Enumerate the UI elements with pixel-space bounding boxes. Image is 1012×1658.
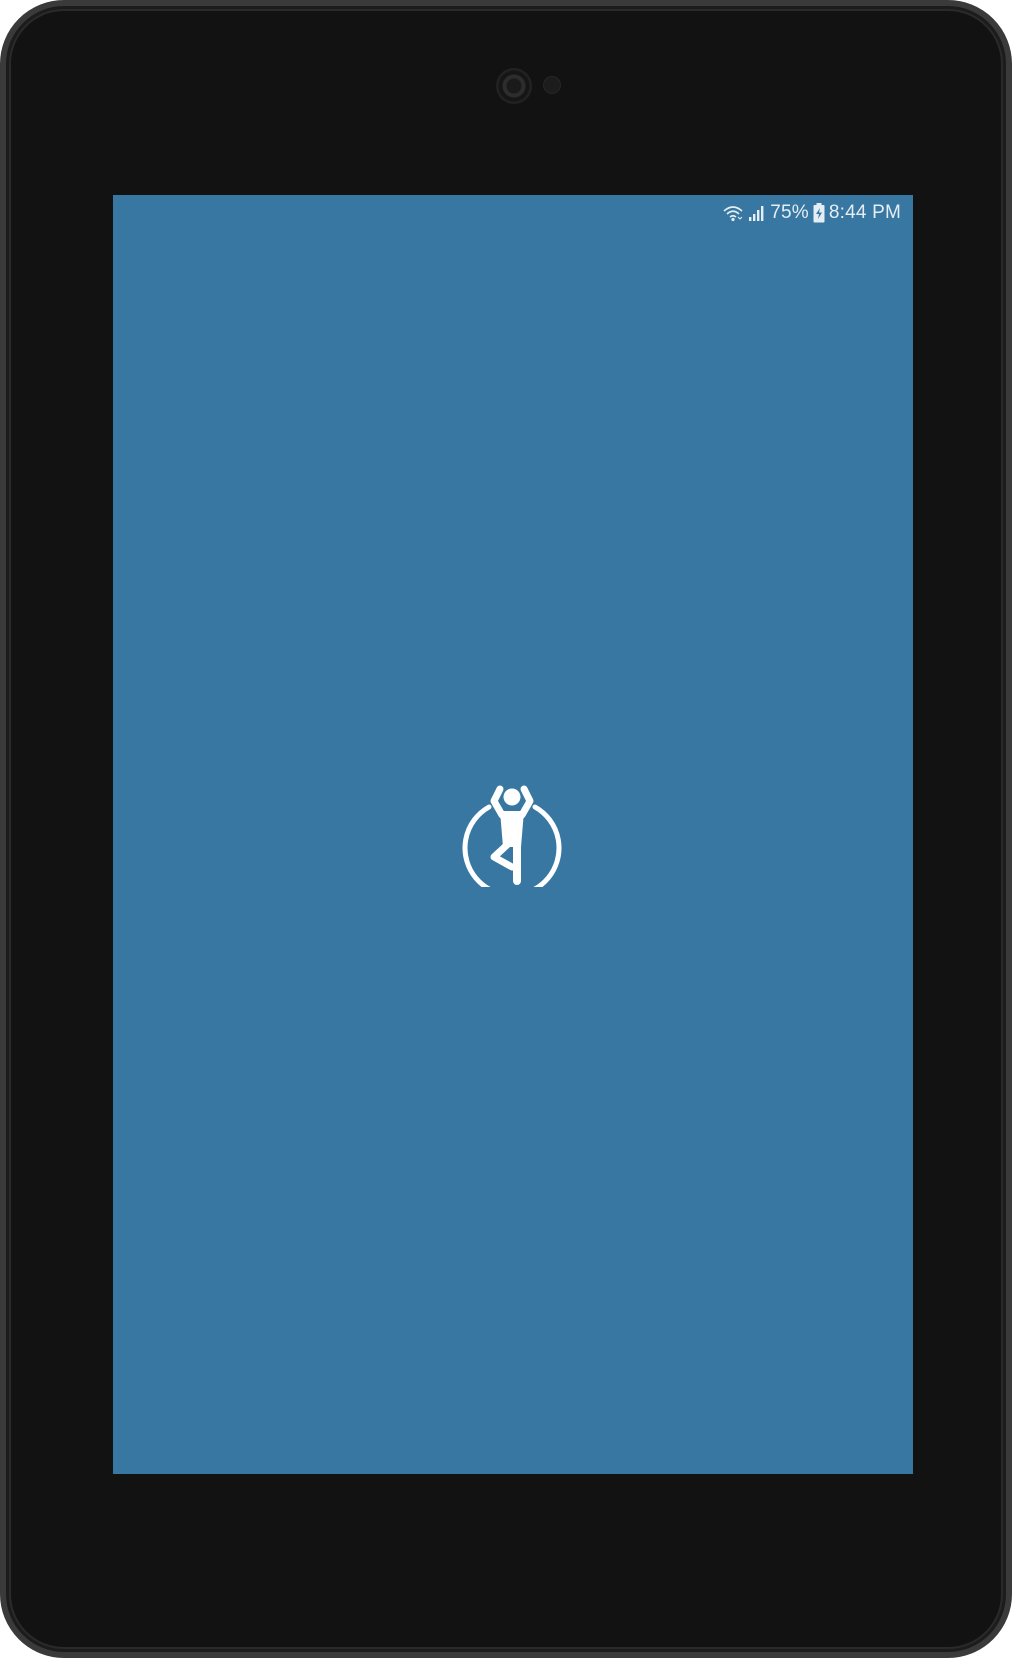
- signal-icon: [748, 204, 766, 222]
- app-screen: 75% 8:44 PM: [113, 195, 913, 1474]
- battery-charging-icon: [813, 203, 825, 223]
- clock: 8:44 PM: [828, 202, 901, 223]
- status-bar: 75% 8:44 PM: [722, 201, 901, 225]
- wifi-icon: [722, 204, 744, 222]
- battery-percent: 75%: [770, 202, 809, 223]
- yoga-tree-pose-icon: [460, 775, 564, 898]
- front-camera: [496, 68, 532, 104]
- tablet-device-frame: 75% 8:44 PM: [0, 0, 1012, 1658]
- light-sensor: [544, 77, 560, 93]
